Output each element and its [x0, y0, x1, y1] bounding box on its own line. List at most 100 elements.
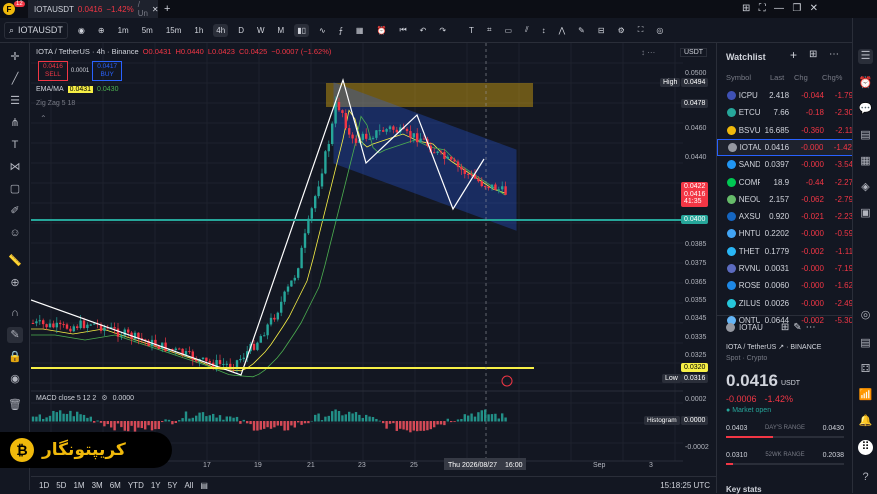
details-symbol[interactable]: IOTAU [739, 323, 763, 332]
watchlist-row[interactable]: RVNU 0.0031 -0.000 -7.19 [717, 260, 853, 277]
watchlist-row[interactable]: BSVU 16.685 -0.360 -2.11 [717, 122, 853, 139]
brush-icon[interactable]: ✎ [575, 24, 588, 37]
zoom-icon[interactable]: ⊕ [7, 275, 23, 291]
screener-icon[interactable]: ▤ [858, 128, 873, 143]
range-5y[interactable]: 5Y [168, 481, 178, 490]
interval-1h[interactable]: 1h [191, 24, 206, 37]
replay-icon[interactable]: ⏮ [396, 23, 409, 37]
date-range-icon[interactable]: ▤ [200, 481, 208, 490]
pane-controls[interactable]: ↕ ⋯ [641, 48, 655, 57]
shapes-icon[interactable]: ▢ [7, 181, 23, 197]
watchlist-row[interactable]: IOTAU 0.0416 -0.000 -1.42 [717, 138, 853, 156]
measure-icon[interactable]: ↕ [539, 24, 549, 37]
watchlist-title[interactable]: Watchlist [726, 52, 766, 62]
price-axis[interactable]: USDT 0.0500 High 0.0494 0.0478 0.0460 0.… [644, 48, 716, 476]
camera-icon[interactable]: ◎ [653, 24, 666, 37]
ema-legend[interactable]: EMA/MA 0.0431 0.0430 [36, 86, 118, 93]
watchlist-row[interactable]: THET 0.1779 -0.002 -1.11 [717, 243, 853, 260]
indicators-icon[interactable]: ⨍ [336, 24, 346, 37]
interval-d[interactable]: D [235, 24, 247, 37]
target-icon[interactable]: ◎ [858, 308, 873, 323]
alerts-icon[interactable]: ⏰ [858, 76, 873, 91]
ideas-icon[interactable]: ◈ [858, 180, 873, 195]
candles-icon[interactable]: ▮▯ [294, 23, 310, 37]
range-1m[interactable]: 1M [73, 481, 84, 490]
watchlist-row[interactable]: HNTU 0.2202 -0.000 -0.59 [717, 225, 853, 242]
more-icon[interactable]: ⋯ [829, 49, 839, 60]
lock-drawings-icon[interactable]: ✎ [7, 327, 23, 343]
sell-button[interactable]: 0.0416 SELL [38, 61, 68, 81]
edit-icon[interactable]: ✎ [793, 322, 801, 333]
trash-icon[interactable]: 🗑 [7, 397, 23, 413]
help-icon[interactable]: ? [858, 470, 873, 485]
calendar-icon[interactable]: ▦ [858, 154, 873, 169]
settings-small-icon[interactable]: ⚙ [101, 394, 107, 402]
ruler-icon[interactable]: 📏 [7, 253, 23, 269]
emoji-icon[interactable]: ☺ [7, 225, 23, 241]
chart-tab[interactable]: IOTAUSDT 0.0416 −1.42% / Un ✕ [28, 0, 159, 18]
more-details-icon[interactable]: ⋯ [806, 322, 816, 333]
interval-w[interactable]: W [254, 24, 268, 37]
parallel-channel-icon[interactable]: ⫽ [522, 23, 532, 37]
watchlist-row[interactable]: AXSU 0.920 -0.021 -2.23 [717, 208, 853, 225]
text-icon[interactable]: T [7, 137, 23, 153]
interval-5m[interactable]: 5m [139, 24, 156, 37]
templates-icon[interactable]: ▦ [353, 24, 367, 37]
new-tab-icon[interactable]: + [164, 3, 170, 15]
compare-icon[interactable]: ⊕ [95, 24, 108, 37]
interval-1m[interactable]: 1m [115, 24, 132, 37]
range-3m[interactable]: 3M [92, 481, 103, 490]
macd-legend[interactable]: MACD close 5 12 2 ⚙ 0.0000 [36, 394, 134, 403]
watchlist-row[interactable]: ROSE 0.0060 -0.000 -1.62 [717, 277, 853, 294]
range-5d[interactable]: 5D [56, 481, 66, 490]
undo-icon[interactable]: ↶ [417, 24, 430, 37]
watchlist-row[interactable]: ICPU 2.418 -0.044 -1.79 [717, 87, 853, 104]
crosshair-icon[interactable]: ✛ [7, 49, 23, 65]
magnet-icon[interactable]: ∩ [7, 305, 23, 321]
utc-clock[interactable]: 15:18:25 UTC [660, 481, 710, 490]
notifications-icon[interactable]: 🔔 [858, 414, 873, 429]
range-1y[interactable]: 1Y [151, 481, 161, 490]
watchlist-icon[interactable]: ☰ [858, 49, 873, 64]
data-window-icon[interactable]: ▤ [858, 336, 873, 351]
close-tab-icon[interactable]: ✕ [152, 5, 159, 14]
interval-15m[interactable]: 15m [163, 24, 185, 37]
range-1d[interactable]: 1D [39, 481, 49, 490]
lock-icon[interactable]: 🔒 [7, 349, 23, 365]
pattern-tool-icon[interactable]: ⋈ [7, 159, 23, 175]
fullscreen-icon[interactable]: ⛶ [635, 23, 647, 37]
apps-icon[interactable]: ⚃ [858, 362, 873, 377]
grid-icon[interactable]: ⊞ [781, 322, 789, 333]
eye-icon[interactable]: ◉ [75, 24, 88, 37]
layout-grid-icon[interactable]: ⊞ [809, 49, 817, 60]
range-6m[interactable]: 6M [110, 481, 121, 490]
interval-m[interactable]: M [275, 24, 288, 37]
watchlist-row[interactable]: SAND 0.0397 -0.000 -3.54 [717, 156, 853, 173]
pitchfork-icon[interactable]: ⋔ [7, 115, 23, 131]
broadcast-icon[interactable]: 📶 [858, 388, 873, 403]
collapse-legend-icon[interactable]: ⌃ [40, 114, 47, 123]
pattern-icon[interactable]: ⋀ [556, 24, 569, 37]
redo-icon[interactable]: ↷ [436, 24, 449, 37]
range-ytd[interactable]: YTD [128, 481, 144, 490]
price-chart[interactable]: 17 19 21 23 25 Sep 3 Thu 2026/08/27 16:0… [31, 43, 683, 476]
horizontal-lines-icon[interactable]: ☰ [7, 93, 23, 109]
watchlist-row[interactable]: NEOU 2.157 -0.062 -2.79 [717, 191, 853, 208]
zigzag-legend[interactable]: Zig Zag 5 18 [36, 100, 75, 107]
watchlist-row[interactable]: COMP 18.9 -0.44 -2.27 [717, 174, 853, 191]
fib-tool-icon[interactable]: ⌗ [484, 23, 495, 37]
range-all[interactable]: All [184, 481, 193, 490]
text-tool-icon[interactable]: T [466, 24, 477, 37]
currency-select[interactable]: USDT [680, 48, 708, 57]
brush-tool-icon[interactable]: ✐ [7, 203, 23, 219]
settings-icon[interactable]: ⚙ [615, 24, 628, 37]
rect-tool-icon[interactable]: ▭ [501, 24, 515, 37]
watchlist-row[interactable]: ETCU 7.66 -0.18 -2.30 [717, 104, 853, 121]
watchlist-row[interactable]: ZILUS 0.0026 -0.000 -2.49 [717, 295, 853, 312]
visibility-icon[interactable]: ◉ [7, 371, 23, 387]
buy-button[interactable]: 0.0417 BUY [92, 61, 123, 81]
replay-marker-icon[interactable] [501, 375, 513, 387]
line-style-icon[interactable]: ∿ [316, 24, 329, 37]
layout-icon[interactable]: ⊟ [595, 24, 608, 37]
symbol-search[interactable]: ⌕ IOTAUSDT [4, 21, 68, 39]
